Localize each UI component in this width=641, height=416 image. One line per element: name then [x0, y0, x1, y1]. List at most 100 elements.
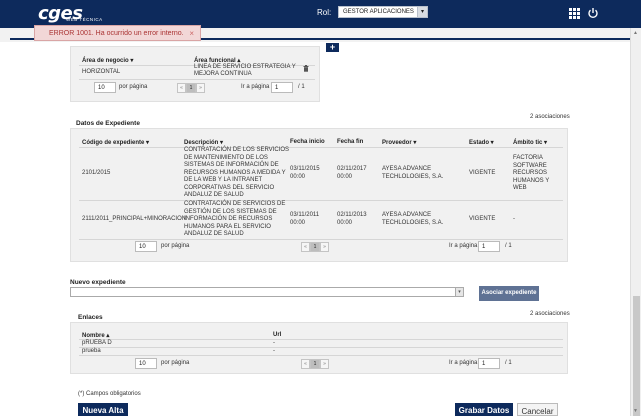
row-divider — [79, 147, 563, 148]
col-descripcion[interactable]: Descripción ▾ — [184, 139, 223, 146]
ambito-line: WEB — [513, 185, 527, 191]
date-line: 02/11/2017 — [337, 166, 367, 172]
desc-line: CONTRATACIÓN DE LOS SERVICIOS — [184, 147, 290, 153]
chevron-down-icon: ▾ — [455, 288, 463, 296]
per-page-label: por página — [119, 84, 148, 90]
per-page-label: por página — [161, 243, 190, 249]
desc-line: GESTIÓN DE LOS SISTEMAS DE — [184, 208, 277, 215]
time-line: 00:00 — [337, 173, 353, 180]
prev-page-button[interactable]: « — [301, 242, 310, 252]
grabar-datos-button[interactable]: Grabar Datos — [455, 403, 513, 416]
page-total: / 1 — [505, 243, 512, 249]
page-size-input[interactable]: 10 — [135, 358, 157, 369]
fecha-fin-cell: 02/11/2013 00:00 — [337, 212, 367, 227]
go-to-page-input[interactable]: 1 — [271, 82, 293, 93]
fecha-inicio-cell: 03/11/2015 00:00 — [290, 166, 320, 181]
desc-line: INFORMACIÓN DE RECURSOS — [184, 216, 273, 222]
expedientes-panel: Código de expediente ▾ Descripción ▾ Fec… — [70, 128, 568, 262]
col-area-negocio[interactable]: Área de negocio ▾ — [82, 57, 133, 64]
desc-line: DE LA WEB Y LA INTRANET — [184, 177, 263, 183]
scroll-down-icon[interactable]: ▼ — [633, 408, 638, 414]
date-line: 02/11/2013 — [337, 212, 367, 218]
col-url: Url — [273, 332, 282, 338]
ambito-cell: FACTORIA SOFTWARE RECURSOS HUMANOS Y WEB — [513, 155, 549, 193]
grid-icon[interactable] — [569, 8, 580, 19]
trash-icon[interactable] — [303, 65, 309, 72]
col-fecha-fin: Fecha fin — [337, 139, 364, 145]
nuevo-expediente-label: Nuevo expediente — [70, 279, 126, 286]
top-bar: cges WEB TÉCNICA Rol: GESTOR APLICACIONE… — [0, 0, 641, 28]
nuevo-expediente-select[interactable]: ▾ — [70, 287, 464, 297]
row-divider — [79, 347, 563, 348]
proveedor-line: TECHLOLOGIES, S.A. — [382, 219, 444, 226]
estado-cell: VIGENTE — [469, 170, 496, 176]
col-area-funcional[interactable]: Área funcional ▴ — [194, 57, 240, 64]
page-scrollbar[interactable]: ▲ ▼ — [630, 28, 641, 416]
current-page[interactable]: 1 — [186, 83, 196, 93]
go-to-page-label: Ir a página — [449, 360, 478, 366]
asociar-expediente-button[interactable]: Asociar expediente — [479, 286, 539, 301]
go-to-page-label: Ir a página — [449, 243, 478, 249]
descripcion-cell: CONTRATACIÓN DE LOS SERVICIOS DE MANTENI… — [184, 147, 289, 200]
col-codigo[interactable]: Código de expediente ▾ — [82, 139, 149, 146]
date-line: 03/11/2011 — [290, 212, 320, 218]
col-nombre[interactable]: Nombre ▴ — [82, 332, 109, 339]
next-page-button[interactable]: » — [196, 83, 205, 93]
proveedor-line: AYESA ADVANCE — [382, 166, 432, 172]
desc-line: CONTRATACIÓN DE SERVICIOS DE — [184, 201, 286, 207]
close-icon[interactable]: × — [189, 29, 194, 38]
current-page[interactable]: 1 — [310, 359, 320, 369]
power-icon[interactable] — [587, 7, 599, 19]
col-label: Descripción — [184, 140, 219, 146]
proveedor-cell: AYESA ADVANCE TECHLOLOGIES, S.A. — [382, 166, 443, 181]
scroll-up-icon[interactable]: ▲ — [633, 30, 638, 36]
time-line: 00:00 — [290, 173, 306, 180]
prev-page-button[interactable]: « — [301, 359, 310, 369]
expedientes-title: Datos de Expediente — [76, 120, 140, 127]
next-page-button[interactable]: » — [320, 242, 329, 252]
next-page-button[interactable]: » — [320, 359, 329, 369]
date-line: 03/11/2015 — [290, 166, 320, 172]
proveedor-line: AYESA ADVANCE — [382, 212, 432, 218]
row-divider — [79, 200, 563, 201]
page-size-input[interactable]: 10 — [94, 82, 116, 93]
cancelar-button[interactable]: Cancelar — [517, 403, 558, 416]
error-message: ERROR 1001. Ha ocurrido un error interno… — [49, 30, 184, 37]
col-label: Estado — [469, 140, 490, 146]
required-fields-note: (*) Campos obligatorios — [78, 391, 141, 397]
ambito-line: FACTORIA — [513, 155, 543, 161]
proveedor-line: TECHLOLOGIES, S.A. — [382, 173, 444, 180]
rol-select[interactable]: GESTOR APLICACIONES ▾ — [338, 6, 428, 18]
prev-page-button[interactable]: « — [177, 83, 186, 93]
desc-line: SISTEMAS DE INFORMACIÓN DE — [184, 162, 279, 168]
desc-line: ANDALUZ DE SALUD — [184, 192, 244, 198]
add-area-button[interactable]: + — [326, 43, 339, 52]
nueva-alta-button[interactable]: Nueva Alta — [78, 403, 128, 416]
logo-subtitle: WEB TÉCNICA — [66, 17, 103, 22]
descripcion-cell: CONTRATACIÓN DE SERVICIOS DE GESTIÓN DE … — [184, 201, 285, 239]
page-size-input[interactable]: 10 — [135, 241, 157, 252]
go-to-page-input[interactable]: 1 — [478, 358, 500, 369]
scroll-thumb[interactable] — [633, 296, 640, 416]
pagination: « 1 » — [301, 242, 329, 252]
desc-line: HUMANOS PARA EL SERVICIO — [184, 223, 271, 230]
codigo-cell: 2111/2011_PRINCIPAL+MINORACION — [82, 216, 187, 222]
current-page[interactable]: 1 — [310, 242, 320, 252]
enlaces-title: Enlaces — [78, 314, 103, 321]
row-divider — [79, 239, 563, 240]
fecha-inicio-cell: 03/11/2011 00:00 — [290, 212, 319, 227]
col-estado[interactable]: Estado ▾ — [469, 139, 494, 146]
enlaces-panel: Nombre ▴ Url pRUEBA D - prueba - 10 por … — [70, 322, 568, 374]
col-fecha-inicio: Fecha inicio — [290, 139, 325, 145]
rol-label: Rol: — [317, 8, 332, 17]
row-divider — [79, 339, 563, 340]
proveedor-cell: AYESA ADVANCE TECHLOLOGIES, S.A. — [382, 212, 443, 227]
time-line: 00:00 — [290, 219, 306, 226]
col-ambito[interactable]: Ámbito tic ▾ — [513, 139, 547, 146]
error-toast: ERROR 1001. Ha ocurrido un error interno… — [34, 25, 201, 41]
pagination: « 1 » — [301, 359, 329, 369]
col-proveedor[interactable]: Proveedor ▾ — [382, 139, 416, 146]
go-to-page-input[interactable]: 1 — [478, 241, 500, 252]
pagination: « 1 » — [177, 83, 205, 93]
estado-cell: VIGENTE — [469, 216, 496, 222]
